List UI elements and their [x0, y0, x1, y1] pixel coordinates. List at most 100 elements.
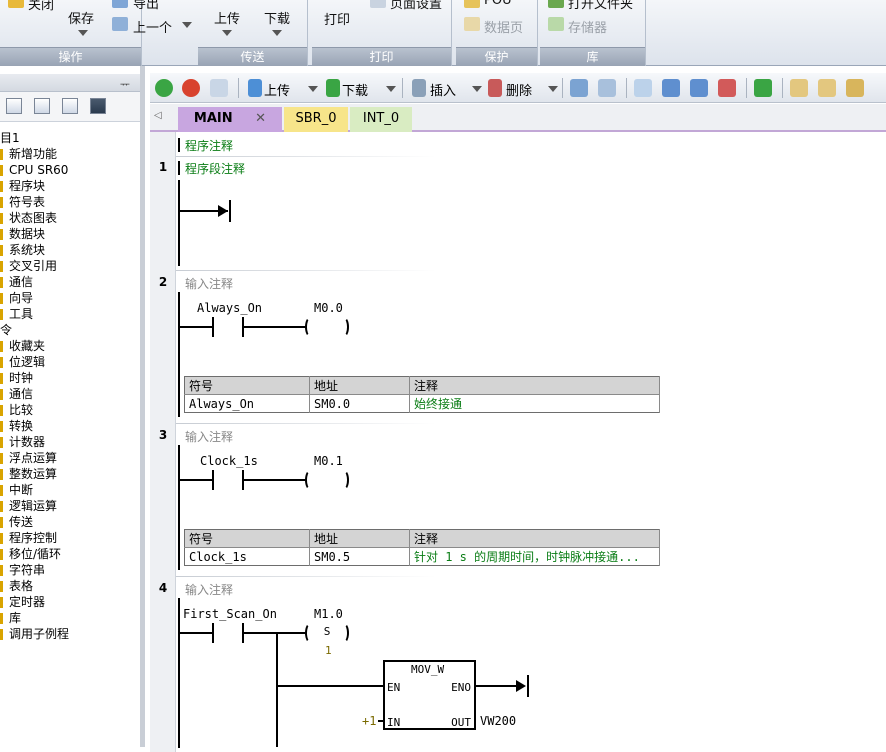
download-icon[interactable]	[326, 79, 340, 97]
tree-item[interactable]: 系统块	[0, 242, 140, 258]
tree-item[interactable]: 移位/循环	[0, 546, 140, 562]
tree-item[interactable]: 库	[0, 610, 140, 626]
close-icon[interactable]: ✕	[255, 111, 266, 126]
tree-item[interactable]: 数据块	[0, 226, 140, 242]
download-button[interactable]: 下载	[342, 80, 368, 99]
set-coil[interactable]: S	[305, 623, 349, 643]
ladder-editor[interactable]: 程序注释 1 程序段注释 2 输入注释 Always_On M0.0 符号 地址…	[150, 132, 886, 752]
tree-item[interactable]: 工具	[0, 306, 140, 322]
monitor-icon[interactable]	[90, 98, 106, 114]
window-icon[interactable]	[62, 98, 78, 114]
chevron-down-icon[interactable]	[308, 86, 318, 92]
tree-item[interactable]: 收藏夹	[0, 338, 140, 354]
chevron-down-icon[interactable]	[78, 30, 88, 36]
no-contact[interactable]	[212, 317, 244, 337]
go-icon[interactable]	[754, 79, 772, 97]
tab-int0[interactable]: INT_0	[350, 107, 412, 132]
output-coil[interactable]	[305, 470, 349, 490]
page-setup-button[interactable]: 页面设置	[390, 0, 442, 12]
upload-icon[interactable]	[248, 79, 262, 97]
chevron-down-icon[interactable]	[272, 30, 282, 36]
insert-icon[interactable]	[412, 79, 426, 97]
close-button[interactable]: 关闭	[28, 0, 54, 13]
scroll-left-icon[interactable]: ◁	[154, 110, 162, 121]
network-comment[interactable]: 输入注释	[185, 275, 233, 292]
pin-icon[interactable]: ᅲ	[120, 76, 130, 92]
memory-button[interactable]: 存储器	[568, 17, 607, 36]
open-folder-button[interactable]: 打开文件夹	[568, 0, 633, 12]
right-arrow-icon[interactable]	[690, 79, 708, 97]
page-icon[interactable]	[34, 98, 50, 114]
tree-item[interactable]: 调用子例程	[0, 626, 140, 642]
mov-w-box[interactable]: MOV_W EN ENO IN OUT	[383, 660, 476, 730]
network-comment[interactable]: 输入注释	[185, 428, 233, 445]
tree-item[interactable]: 计数器	[0, 434, 140, 450]
stop-icon[interactable]	[182, 79, 200, 97]
out-value[interactable]: VW200	[480, 714, 516, 728]
insert-button[interactable]: 插入	[430, 80, 456, 99]
tree-item[interactable]: 整数运算	[0, 466, 140, 482]
prev-button[interactable]: 上一个	[133, 17, 172, 36]
save-button[interactable]: 保存	[68, 8, 94, 27]
tree-item[interactable]: 位逻辑	[0, 354, 140, 370]
tab-sbr0[interactable]: SBR_0	[284, 107, 348, 132]
tree-item[interactable]: 向导	[0, 290, 140, 306]
print-button[interactable]: 打印	[324, 9, 350, 28]
left-arrow-icon[interactable]	[662, 79, 680, 97]
tree-item[interactable]: 转换	[0, 418, 140, 434]
remove-icon[interactable]	[718, 79, 736, 97]
output-coil[interactable]	[305, 317, 349, 337]
upload-button[interactable]: 上传	[214, 8, 240, 27]
export-button[interactable]: 导出	[133, 0, 159, 12]
pou-button[interactable]: POU	[484, 0, 512, 8]
delete-button[interactable]: 删除	[506, 80, 532, 99]
in-value[interactable]: +1	[362, 714, 376, 728]
tree-item[interactable]: 浮点运算	[0, 450, 140, 466]
tree-item[interactable]: 字符串	[0, 562, 140, 578]
lock-add-icon[interactable]	[846, 79, 864, 97]
run-icon[interactable]	[155, 79, 173, 97]
tree-item[interactable]: CPU SR60	[0, 162, 140, 178]
tree-item[interactable]: 符号表	[0, 194, 140, 210]
tree-item[interactable]: 交叉引用	[0, 258, 140, 274]
tree-root[interactable]: 目1	[0, 130, 140, 146]
tree-item[interactable]: 中断	[0, 482, 140, 498]
chevron-down-icon[interactable]	[222, 30, 232, 36]
memory-icon	[548, 17, 564, 31]
tree-item[interactable]: 程序控制	[0, 530, 140, 546]
network-icon[interactable]	[570, 79, 588, 97]
chevron-down-icon[interactable]	[548, 86, 558, 92]
chevron-down-icon[interactable]	[386, 86, 396, 92]
tree-item[interactable]: 传送	[0, 514, 140, 530]
tree-item[interactable]: 表格	[0, 578, 140, 594]
datapage-button[interactable]: 数据页	[484, 17, 523, 36]
network-icon[interactable]	[598, 79, 616, 97]
toolbar-separator	[238, 78, 239, 98]
lock-icon[interactable]	[790, 79, 808, 97]
tree-item[interactable]: 通信	[0, 274, 140, 290]
chevron-down-icon[interactable]	[472, 86, 482, 92]
tree-item[interactable]: 逻辑运算	[0, 498, 140, 514]
tab-main[interactable]: MAIN ✕	[178, 107, 282, 132]
tree-item[interactable]: 通信	[0, 386, 140, 402]
no-contact[interactable]	[212, 470, 244, 490]
chevron-down-icon[interactable]	[182, 22, 192, 28]
delete-icon[interactable]	[488, 79, 502, 97]
tree-item[interactable]: 程序块	[0, 178, 140, 194]
upload-button[interactable]: 上传	[264, 80, 290, 99]
program-comment[interactable]: 程序注释	[185, 137, 233, 154]
tree-item[interactable]: 定时器	[0, 594, 140, 610]
tree-item[interactable]: 时钟	[0, 370, 140, 386]
compile-icon[interactable]	[210, 79, 228, 97]
network-comment[interactable]: 输入注释	[185, 581, 233, 598]
view-icon[interactable]	[6, 98, 22, 114]
box-icon[interactable]	[634, 79, 652, 97]
tree-item[interactable]: 新增功能	[0, 146, 140, 162]
tree-item[interactable]: 状态图表	[0, 210, 140, 226]
download-button[interactable]: 下载	[264, 8, 290, 27]
tree-item[interactable]: 比较	[0, 402, 140, 418]
no-contact[interactable]	[212, 623, 244, 643]
tree-root[interactable]: 令	[0, 322, 140, 338]
network-comment[interactable]: 程序段注释	[185, 160, 245, 177]
lock-icon[interactable]	[818, 79, 836, 97]
